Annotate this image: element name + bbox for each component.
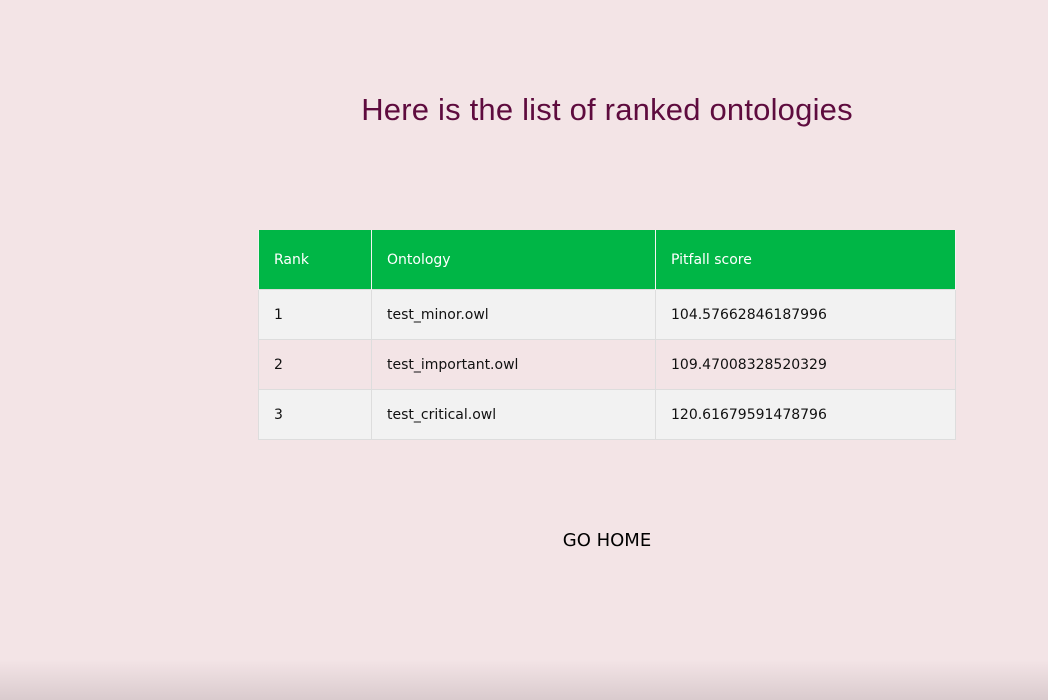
table-row: 1 test_minor.owl 104.57662846187996 [258, 289, 956, 340]
table-row: 3 test_critical.owl 120.61679591478796 [258, 389, 956, 440]
table-header-row: Rank Ontology Pitfall score [258, 230, 956, 290]
column-header-rank: Rank [258, 230, 372, 290]
ontology-cell: test_minor.owl [371, 289, 656, 340]
pitfall-score-cell: 104.57662846187996 [655, 289, 956, 340]
go-home-link[interactable]: GO HOME [258, 530, 956, 551]
table-row: 2 test_important.owl 109.47008328520329 [258, 339, 956, 390]
rank-cell: 2 [258, 339, 372, 390]
ranked-ontologies-page: Here is the list of ranked ontologies Ra… [0, 0, 1048, 700]
column-header-ontology: Ontology [371, 230, 656, 290]
ranking-table: Rank Ontology Pitfall score 1 test_minor… [258, 230, 956, 440]
pitfall-score-cell: 109.47008328520329 [655, 339, 956, 390]
ontology-cell: test_critical.owl [371, 389, 656, 440]
rank-cell: 1 [258, 289, 372, 340]
rank-cell: 3 [258, 389, 372, 440]
column-header-pitfall-score: Pitfall score [655, 230, 956, 290]
ontology-cell: test_important.owl [371, 339, 656, 390]
pitfall-score-cell: 120.61679591478796 [655, 389, 956, 440]
page-title: Here is the list of ranked ontologies [361, 92, 853, 127]
bottom-shadow [0, 660, 1048, 700]
